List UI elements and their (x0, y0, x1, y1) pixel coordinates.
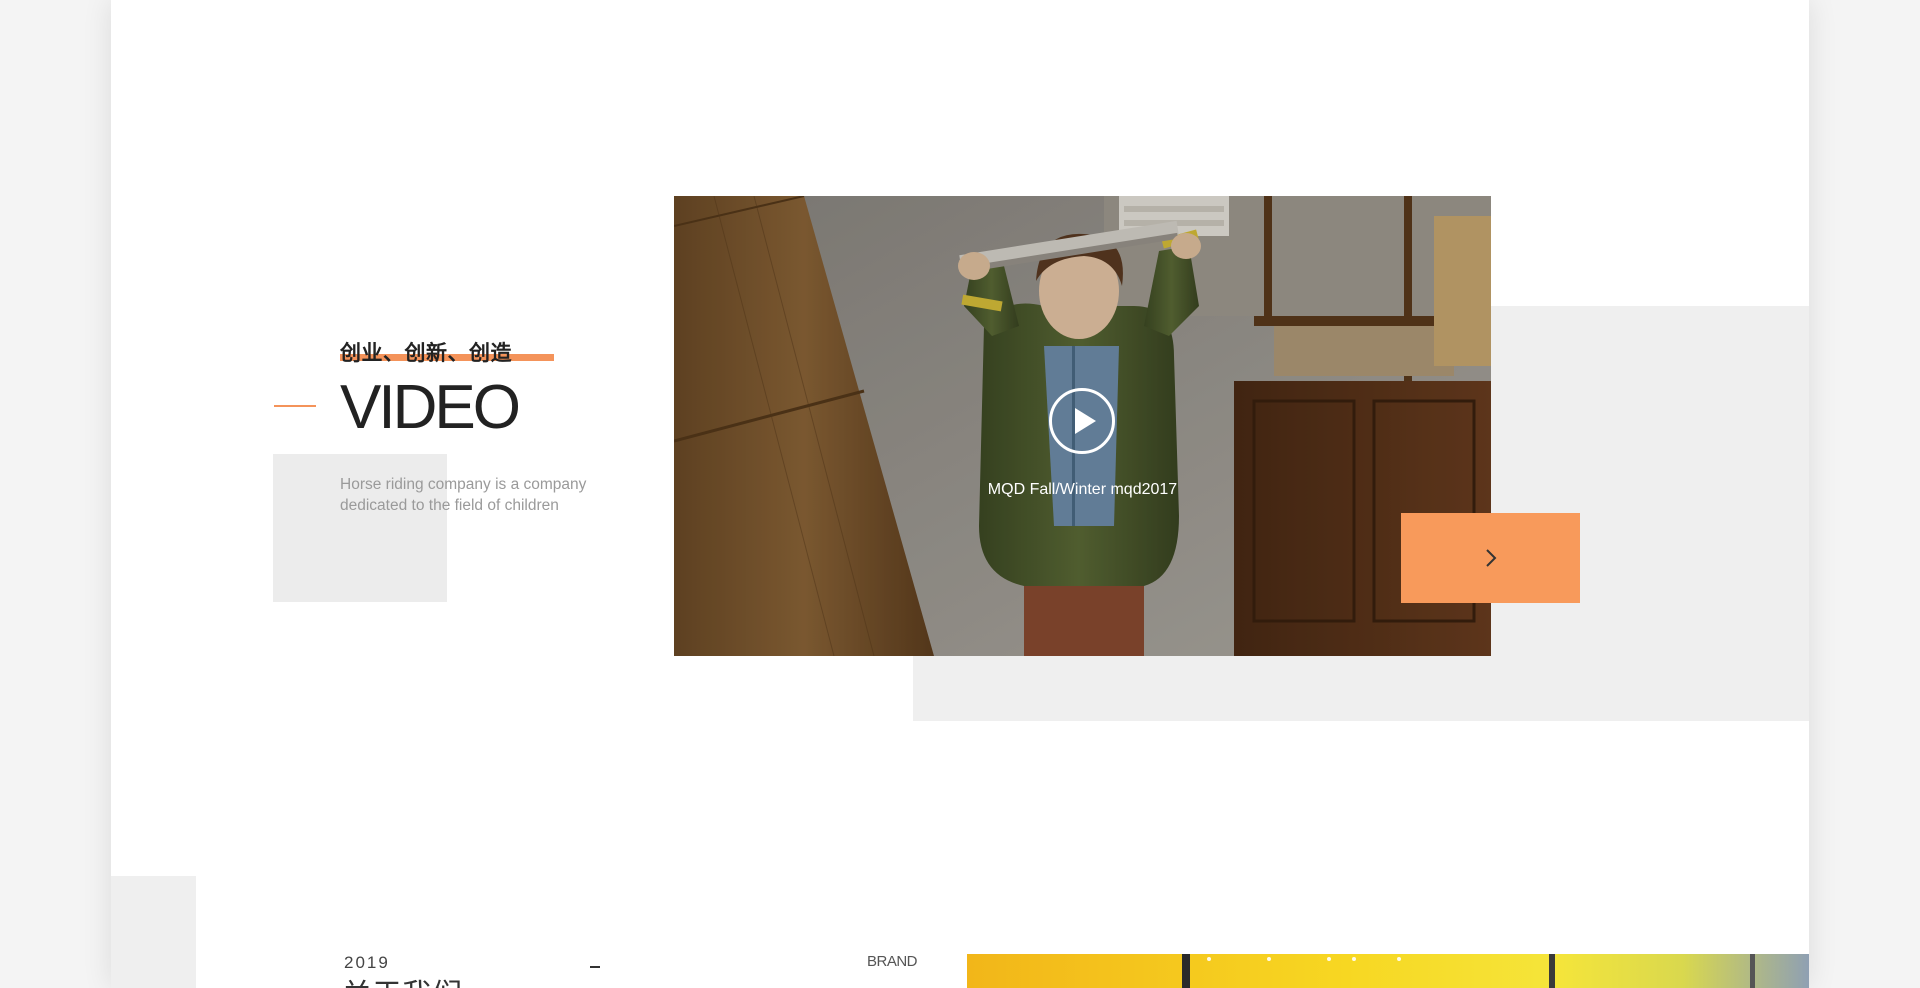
about-title: 关于我们 (342, 978, 462, 988)
about-year: 2019 (344, 953, 390, 972)
video-player[interactable]: MQD Fall/Winter mqd2017 (674, 196, 1491, 656)
video-heading: VIDEO (340, 373, 521, 442)
video-caption: MQD Fall/Winter mqd2017 (987, 481, 1178, 498)
chevron-right-icon (1486, 549, 1497, 567)
brand-label: BRAND (867, 953, 918, 970)
next-button[interactable] (1401, 513, 1580, 603)
background-panel-bottom (111, 876, 196, 988)
video-description: Horse riding company is a company dedica… (340, 476, 587, 514)
play-icon (1075, 408, 1096, 434)
heading-accent-line (274, 405, 316, 407)
video-tagline: 创业、创新、创造 (340, 341, 512, 365)
play-button[interactable] (1049, 388, 1115, 454)
brand-image (967, 954, 1809, 988)
section-dash (590, 966, 600, 968)
page-container: 创业、创新、创造 VIDEO Horse riding company is a… (111, 0, 1809, 988)
